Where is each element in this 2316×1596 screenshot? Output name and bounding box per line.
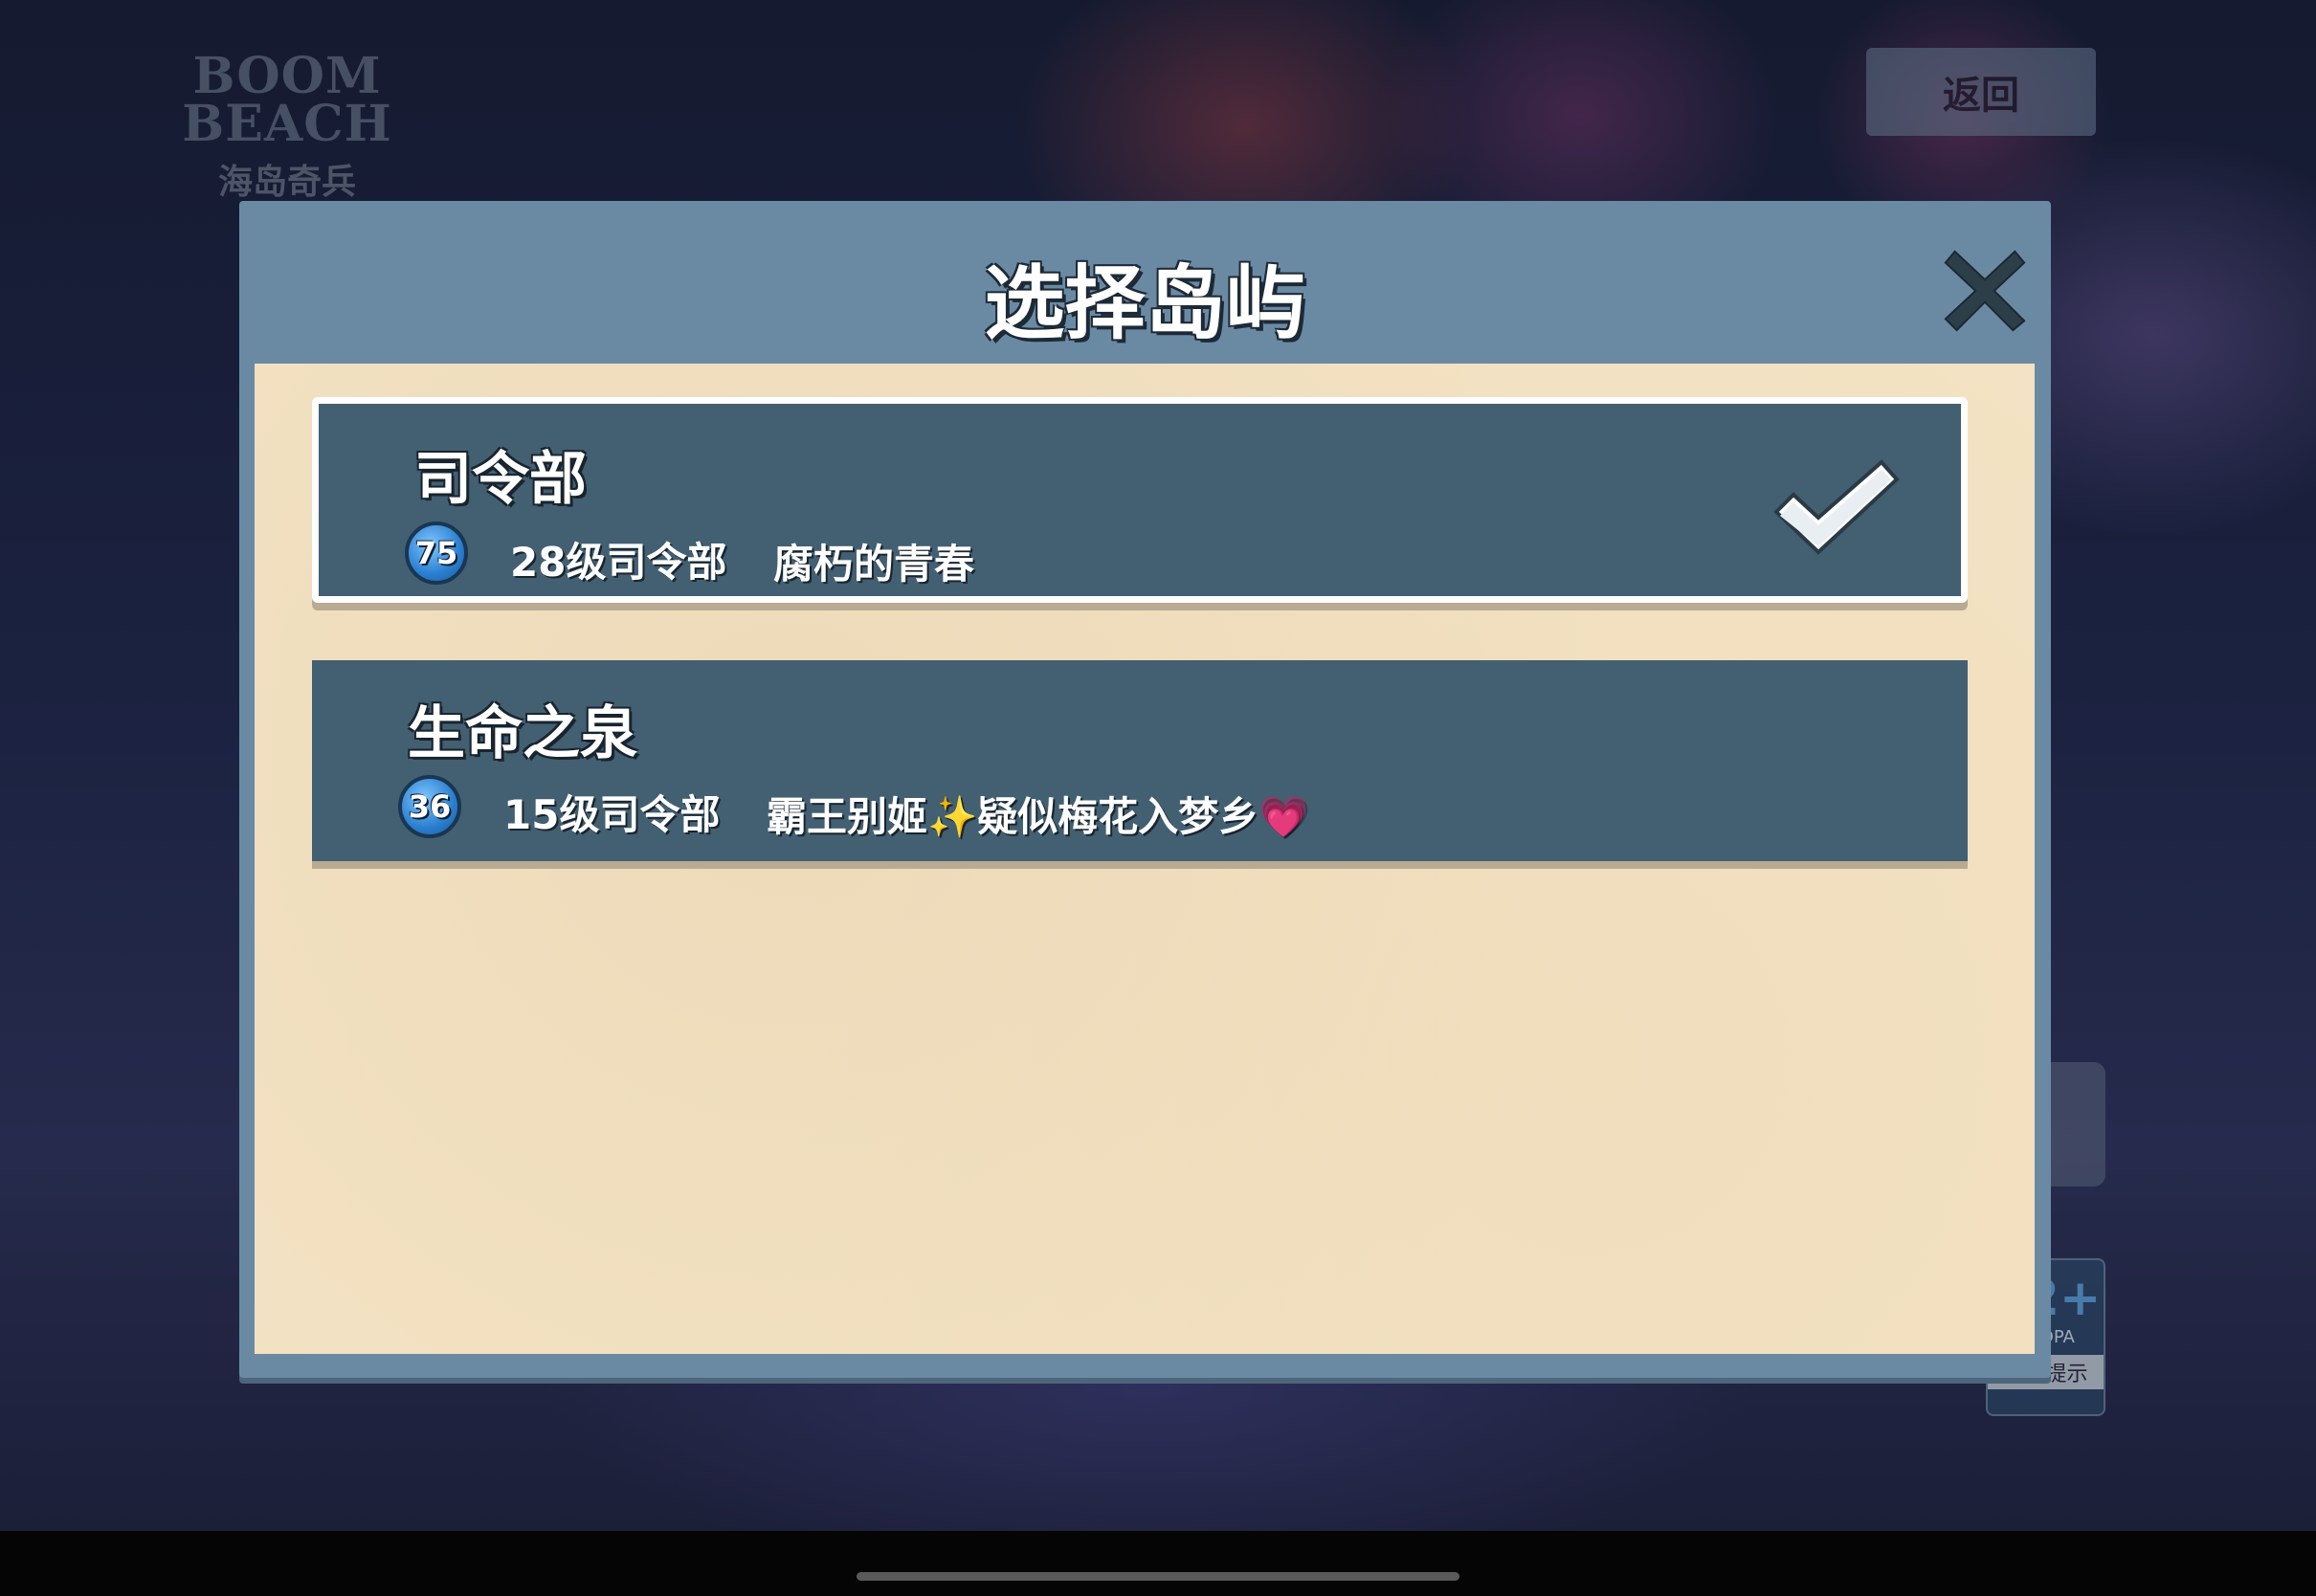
- player-level-badge: 75: [405, 521, 468, 585]
- hq-level-text: 28级司令部: [510, 539, 727, 586]
- dialog-title: 选择岛屿: [984, 256, 1306, 350]
- back-button[interactable]: 返回: [1866, 48, 2096, 136]
- hq-level-text: 15级司令部: [503, 791, 721, 838]
- home-indicator[interactable]: [857, 1572, 1459, 1581]
- island-card-fountain[interactable]: 生命之泉 36 15级司令部 霸王别姬✨疑似梅花入梦乡💗: [312, 660, 1968, 861]
- island-card-hq[interactable]: 司令部 75 28级司令部 腐朽的青春: [312, 397, 1968, 603]
- player-name: 腐朽的青春: [773, 541, 975, 587]
- island-name: 司令部: [414, 446, 587, 513]
- logo-text-cn: 海岛奇兵: [217, 163, 356, 202]
- island-list-panel: 司令部 75 28级司令部 腐朽的青春 生命之泉 36 15级司令部 霸王别姬✨…: [255, 364, 2035, 1354]
- player-level-badge: 36: [398, 775, 461, 838]
- select-island-dialog: 选择岛屿 司令部 75 28级司令部 腐朽的青春 生命之泉 36 15级司令部 …: [239, 201, 2051, 1378]
- game-logo: BOOM BEACH 海岛奇兵: [177, 47, 397, 206]
- close-icon[interactable]: [1938, 242, 2032, 336]
- checkmark-icon: [1773, 459, 1900, 555]
- island-name: 生命之泉: [408, 700, 637, 767]
- system-bottom-bar: [0, 1531, 2316, 1596]
- player-name: 霸王别姬✨疑似梅花入梦乡💗: [767, 793, 1309, 840]
- logo-text-en: BOOM BEACH: [182, 47, 392, 153]
